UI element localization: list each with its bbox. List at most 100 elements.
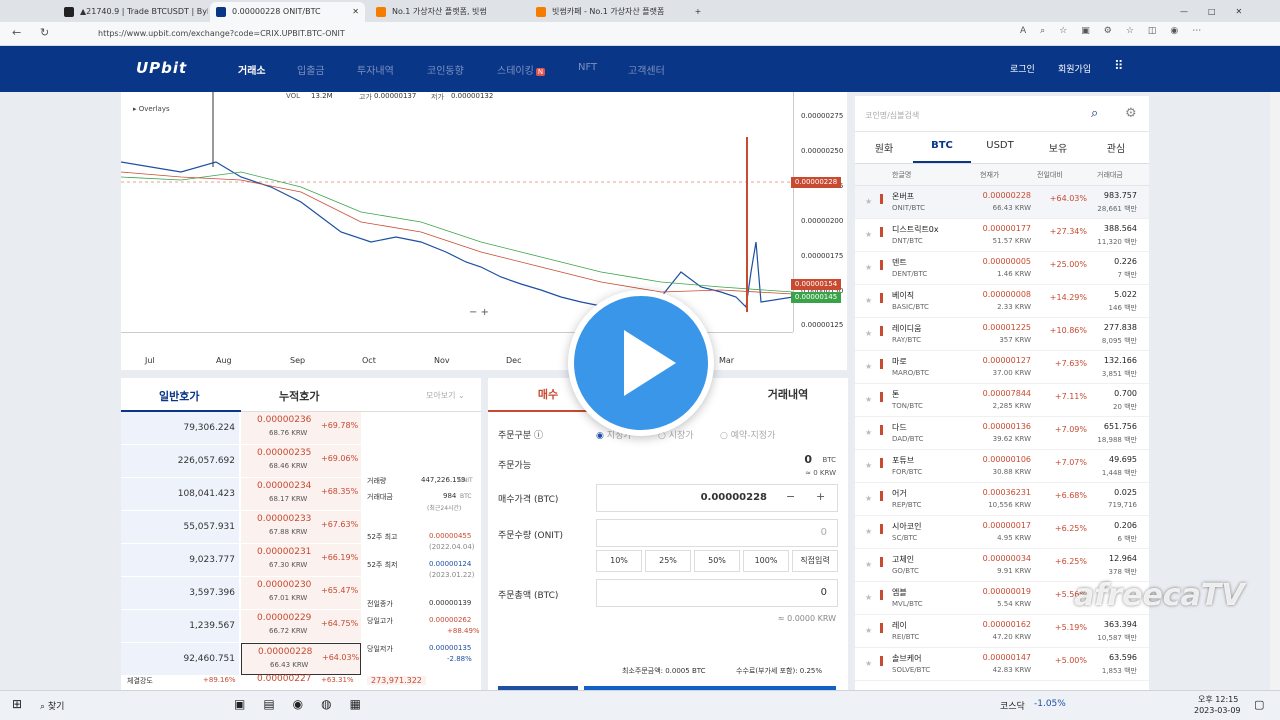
taskbar-app-icons[interactable]: ▣▤◉◍▦	[234, 697, 379, 711]
price-decrease-button[interactable]: −	[786, 490, 795, 503]
nav-investments[interactable]: 투자내역	[357, 62, 394, 77]
price-increase-button[interactable]: +	[816, 490, 825, 503]
coin-row[interactable]: ★ 온버프 ONIT/BTC 0.00000228 66.43 KRW +64.03% 98…	[855, 186, 1149, 219]
tab-favorites[interactable]: 관심	[1087, 140, 1145, 155]
favorite-star-icon[interactable]: ★	[865, 560, 872, 569]
coin-row[interactable]: ★ 포튜브 FOR/BTC 0.00000106 30.88 KRW +7.07% 49.6…	[855, 450, 1149, 483]
pct-25-button[interactable]: 25%	[645, 550, 691, 572]
coin-row[interactable]: ★ 베이직 BASIC/BTC 0.00000008 2.33 KRW +14.29% 5.…	[855, 285, 1149, 318]
coin-row[interactable]: ★ 어거 REP/BTC 0.00036231 10,556 KRW +6.68% 0.02…	[855, 483, 1149, 516]
price-input[interactable]: 0.00000228	[596, 484, 838, 512]
pct-50-button[interactable]: 50%	[694, 550, 740, 572]
zoom-controls[interactable]: − +	[469, 307, 489, 318]
favorite-star-icon[interactable]: ★	[865, 461, 872, 470]
video-play-button[interactable]	[568, 290, 714, 436]
notification-icon[interactable]: ▢	[1254, 698, 1264, 711]
total-input[interactable]: 0	[596, 579, 838, 607]
login-link[interactable]: 로그인	[1010, 62, 1035, 75]
url-field[interactable]: https://www.upbit.com/exchange?code=CRIX…	[80, 25, 1080, 43]
close-tab-icon[interactable]: ✕	[352, 2, 359, 22]
coin-row[interactable]: ★ 마로 MARO/BTC 0.00000127 37.00 KRW +7.63% 132.…	[855, 351, 1149, 384]
ask-price-cell[interactable]: 0.00000235 68.46 KRW +69.06%	[241, 445, 361, 477]
ask-price-cell[interactable]: 0.00000233 67.88 KRW +67.63%	[241, 511, 361, 543]
coin-row[interactable]: ★ 디스트릭트0x DNT/BTC 0.00000177 51.57 KRW +27.34…	[855, 219, 1149, 252]
taskbar-search[interactable]: ⌕ 찾기	[40, 699, 64, 712]
settings-gear-icon[interactable]: ⚙	[1125, 106, 1137, 121]
orderbook-row[interactable]: 3,597.396 0.00000230 67.01 KRW +65.47%	[121, 577, 361, 609]
favorite-star-icon[interactable]: ★	[865, 527, 872, 536]
favorite-star-icon[interactable]: ★	[865, 296, 872, 305]
favorite-star-icon[interactable]: ★	[865, 362, 872, 371]
view-dropdown[interactable]: 모아보기 ⌄	[426, 390, 465, 401]
page-scrollbar[interactable]	[1270, 92, 1280, 690]
ask-price-cell[interactable]: 0.00000230 67.01 KRW +65.47%	[241, 577, 361, 609]
nav-coin-trends[interactable]: 코인동향	[427, 62, 464, 77]
new-tab-icon[interactable]: +	[688, 2, 708, 22]
orderbook-row[interactable]: 226,057.692 0.00000235 68.46 KRW +69.06%	[121, 445, 361, 477]
col-volume[interactable]: 거래대금	[1097, 170, 1123, 180]
search-icon[interactable]: ⌕	[1091, 106, 1098, 121]
orderbook-row[interactable]: 55,057.931 0.00000233 67.88 KRW +67.63%	[121, 511, 361, 543]
orderbook-row[interactable]: 79,306.224 0.00000236 68.76 KRW +69.78%	[121, 412, 361, 444]
orderbook-row[interactable]: 9,023.777 0.00000231 67.30 KRW +66.19%	[121, 544, 361, 576]
col-price[interactable]: 현재가	[980, 170, 999, 180]
col-name[interactable]: 한글명	[892, 170, 911, 180]
favorite-star-icon[interactable]: ★	[865, 593, 872, 602]
favorite-star-icon[interactable]: ★	[865, 494, 872, 503]
price-chart[interactable]: VOL 13.2M 고가 0.00000137 저가 0.00000132 ▸ …	[121, 92, 847, 370]
tab-cumulative-orderbook[interactable]: 누적호가	[279, 388, 319, 404]
coin-row[interactable]: ★ 다드 DAD/BTC 0.00000136 39.62 KRW +7.09% 651.7…	[855, 417, 1149, 450]
tab-history[interactable]: 거래내역	[728, 378, 848, 412]
coin-row[interactable]: ★ 레이 REI/BTC 0.00000162 47.20 KRW +5.19% 363.3…	[855, 615, 1149, 648]
coin-search-input[interactable]: 코인명/심볼검색	[855, 96, 1149, 132]
back-icon[interactable]: ←	[12, 26, 21, 39]
tab-holdings[interactable]: 보유	[1029, 140, 1087, 155]
tab-btc[interactable]: BTC	[913, 140, 971, 151]
nav-nft[interactable]: NFT	[578, 62, 597, 73]
col-change[interactable]: 전일대비	[1037, 170, 1063, 180]
orderbook-row[interactable]: 1,239.567 0.00000229 66.72 KRW +64.75%	[121, 610, 361, 642]
browser-toolbar-icons[interactable]: A⌕☆▣⚙☆◫◉⋯	[1020, 26, 1215, 36]
signup-link[interactable]: 회원가입	[1058, 62, 1091, 75]
direct-input-button[interactable]: 직접입력	[792, 550, 838, 572]
browser-tab[interactable]: 빗썸카페 - No.1 가상자산 플랫폼	[530, 2, 685, 22]
ask-price-cell[interactable]: 0.00000228 66.43 KRW +64.03%	[241, 643, 361, 675]
orderbook-row[interactable]: 92,460.751 0.00000228 66.43 KRW +64.03%	[121, 643, 361, 675]
ask-price-cell[interactable]: 0.00000236 68.76 KRW +69.78%	[241, 412, 361, 444]
favorite-star-icon[interactable]: ★	[865, 395, 872, 404]
favorite-star-icon[interactable]: ★	[865, 329, 872, 338]
ask-price-cell[interactable]: 0.00000231 67.30 KRW +66.19%	[241, 544, 361, 576]
favorite-star-icon[interactable]: ★	[865, 626, 872, 635]
favorite-star-icon[interactable]: ★	[865, 197, 872, 206]
coin-row[interactable]: ★ 솔브케어 SOLVE/BTC 0.00000147 42.83 KRW +5.00% 6…	[855, 648, 1149, 681]
coin-row[interactable]: ★ 레이디움 RAY/BTC 0.00001225 357 KRW +10.86% 277.…	[855, 318, 1149, 351]
window-controls-icon[interactable]: —□✕	[1180, 2, 1270, 22]
grid-menu-icon[interactable]: ⠿	[1114, 59, 1124, 74]
radio-stop-limit[interactable]: ○ 예약-지정가	[720, 428, 775, 441]
favorite-star-icon[interactable]: ★	[865, 428, 872, 437]
browser-tab[interactable]: ▲21740.9 | Trade BTCUSDT | Byb	[58, 2, 208, 22]
favorite-star-icon[interactable]: ★	[865, 230, 872, 239]
coin-row[interactable]: ★ 덴트 DENT/BTC 0.00000005 1.46 KRW +25.00% 0.22…	[855, 252, 1149, 285]
nav-support[interactable]: 고객센터	[628, 62, 665, 77]
nav-staking[interactable]: 스테이킹 N	[497, 62, 546, 77]
coin-row[interactable]: ★ 시아코인 SC/BTC 0.00000017 4.95 KRW +6.25% 0.206…	[855, 516, 1149, 549]
favorite-star-icon[interactable]: ★	[865, 659, 872, 668]
pct-100-button[interactable]: 100%	[743, 550, 789, 572]
coin-row[interactable]: ★ 톤 TON/BTC 0.00007844 2,285 KRW +7.11% 0.700 2…	[855, 384, 1149, 417]
upbit-logo[interactable]: UPbit	[136, 59, 187, 77]
tab-general-orderbook[interactable]: 일반호가	[159, 388, 199, 404]
nav-exchange[interactable]: 거래소	[238, 62, 266, 77]
pct-10-button[interactable]: 10%	[596, 550, 642, 572]
tab-krw[interactable]: 원화	[855, 140, 913, 155]
windows-start-icon[interactable]: ⊞	[12, 697, 22, 711]
help-icon[interactable]: ⓘ	[534, 431, 543, 441]
refresh-icon[interactable]: ↻	[40, 26, 49, 39]
browser-tab[interactable]: No.1 가상자산 플랫폼, 빗썸	[370, 2, 525, 22]
ask-price-cell[interactable]: 0.00000234 68.17 KRW +68.35%	[241, 478, 361, 510]
tab-usdt[interactable]: USDT	[971, 140, 1029, 151]
ask-price-cell[interactable]: 0.00000229 66.72 KRW +64.75%	[241, 610, 361, 642]
quantity-input[interactable]: 0	[596, 519, 838, 547]
orderbook-row[interactable]: 108,041.423 0.00000234 68.17 KRW +68.35%	[121, 478, 361, 510]
browser-tab-active[interactable]: 0.00000228 ONIT/BTC ✕	[210, 2, 365, 22]
